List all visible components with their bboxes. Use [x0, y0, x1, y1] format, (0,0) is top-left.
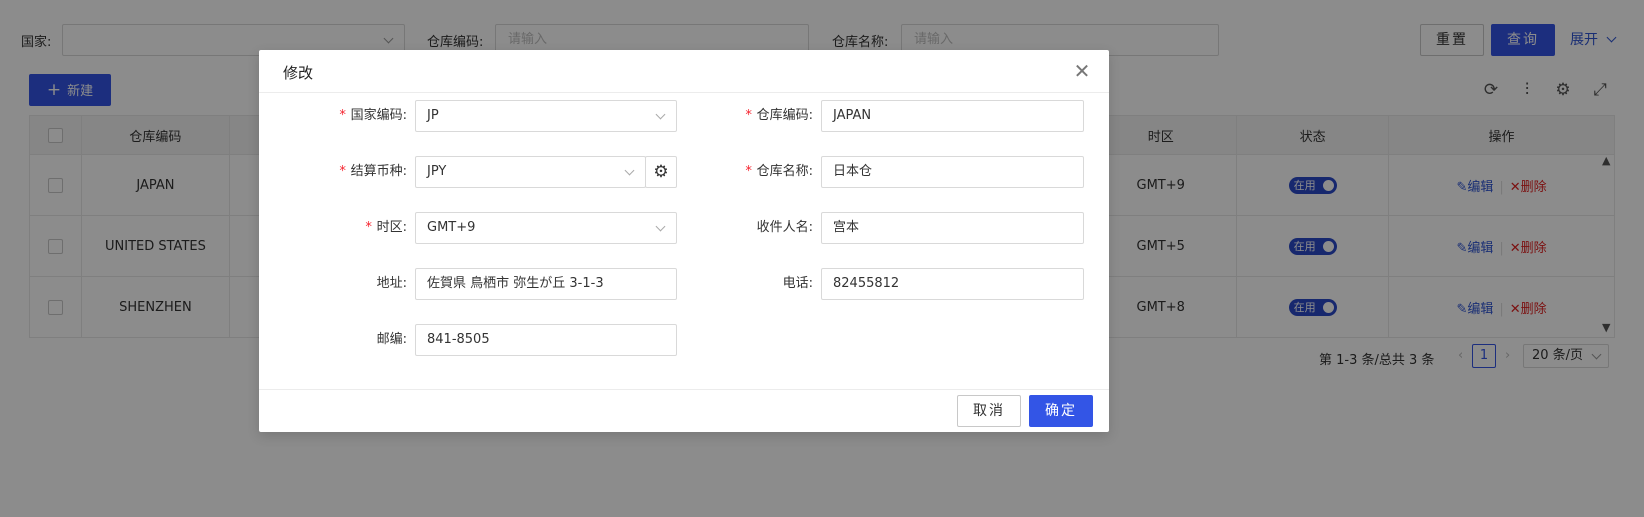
warehouse-name-label-text: 仓库名称: [756, 164, 813, 179]
country-code-label-text: 国家编码: [350, 108, 407, 123]
timezone-select[interactable]: GMT+9 [415, 212, 677, 244]
postcode-label: 邮编: [376, 332, 407, 347]
address-input[interactable]: 佐賀県 鳥栖市 弥生が丘 3-1-3 [415, 268, 677, 300]
cancel-button[interactable]: 取消 [957, 395, 1021, 427]
chevron-down-icon [624, 165, 635, 176]
timezone-label-text: 时区: [376, 220, 407, 235]
currency-value: JPY [427, 164, 447, 179]
warehouse-name-input[interactable]: 日本仓 [821, 156, 1084, 188]
required-mark: * [338, 164, 347, 179]
chevron-down-icon [655, 221, 666, 232]
modal-title: 修改 [283, 64, 314, 82]
recipient-label: 收件人名: [756, 220, 813, 235]
close-icon[interactable]: ✕ [1071, 60, 1093, 82]
country-code-label: * 国家编码: [299, 100, 407, 132]
address-label: 地址: [376, 276, 407, 291]
currency-label-text: 结算币种: [350, 164, 407, 179]
edit-warehouse-modal: 修改 ✕ * 国家编码: JP * 仓库编码: JAPAN * 结算币种: JPY ⚙… [259, 50, 1109, 432]
modal-footer: 取消 确定 [259, 389, 1109, 432]
warehouse-code-label: * 仓库编码: [705, 100, 813, 132]
required-mark: * [364, 220, 373, 235]
required-mark: * [744, 164, 753, 179]
warehouse-name-label: * 仓库名称: [705, 156, 813, 188]
currency-label: * 结算币种: [299, 156, 407, 188]
country-code-select[interactable]: JP [415, 100, 677, 132]
recipient-input[interactable]: 宫本 [821, 212, 1084, 244]
required-mark: * [338, 108, 347, 123]
phone-label: 电话: [782, 276, 813, 291]
warehouse-code-input[interactable]: JAPAN [821, 100, 1084, 132]
confirm-button[interactable]: 确定 [1029, 395, 1093, 427]
gear-icon: ⚙ [653, 162, 669, 182]
currency-select[interactable]: JPY [415, 156, 646, 188]
modal-header: 修改 ✕ [259, 50, 1109, 93]
chevron-down-icon [655, 109, 666, 120]
timezone-label: * 时区: [299, 212, 407, 244]
timezone-value: GMT+9 [427, 220, 476, 235]
phone-input[interactable]: 82455812 [821, 268, 1084, 300]
country-code-value: JP [427, 108, 439, 123]
postcode-input[interactable]: 841-8505 [415, 324, 677, 356]
required-mark: * [744, 108, 753, 123]
currency-settings-button[interactable]: ⚙ [645, 156, 677, 188]
warehouse-code-label-text: 仓库编码: [756, 108, 813, 123]
